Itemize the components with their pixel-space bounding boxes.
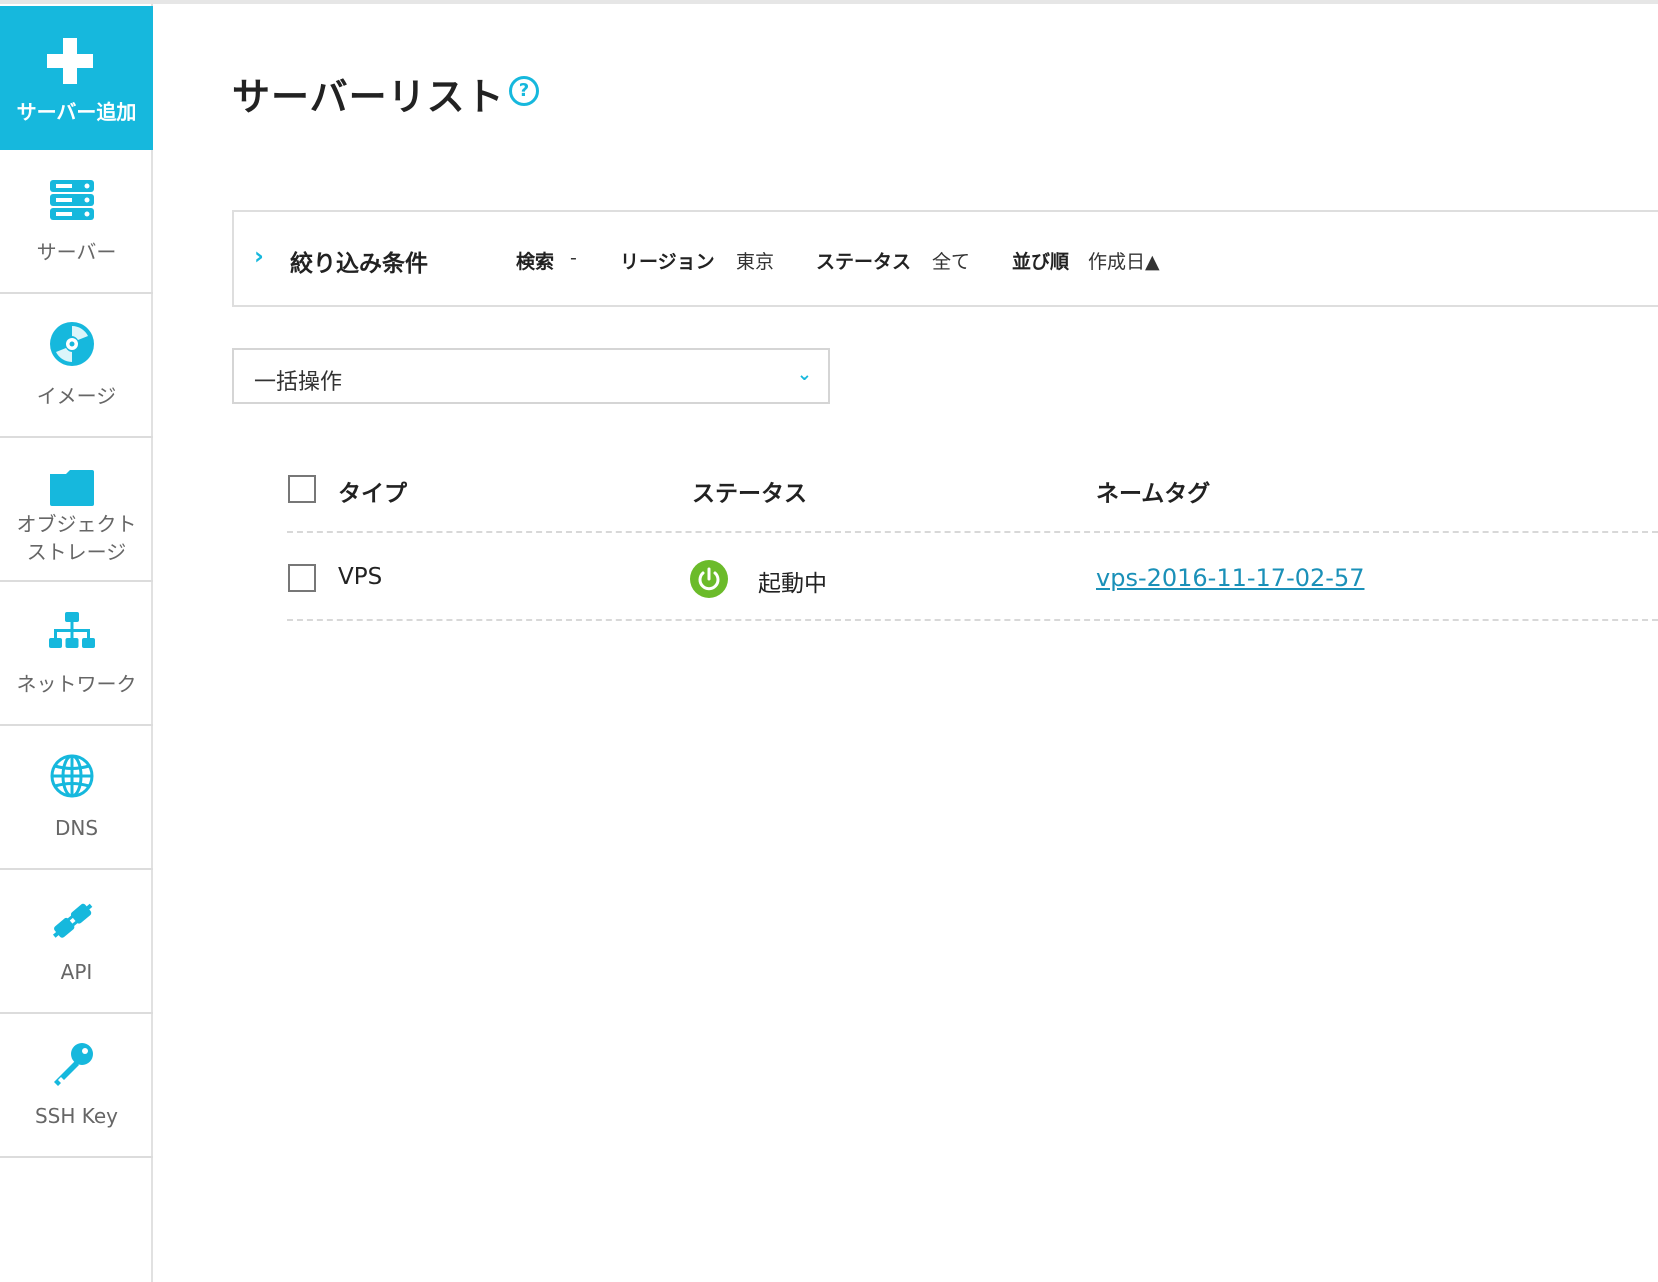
filter-status-value: 全て <box>932 251 971 273</box>
sidebar: サーバー追加 サーバー イメージ オブジェクト ストレージ ネットワーク DNS… <box>0 4 153 1282</box>
server-icon <box>48 176 96 224</box>
filter-sort-value: 作成日▲ <box>1088 251 1160 273</box>
column-header-status[interactable]: ステータス <box>692 474 807 508</box>
filter-region-label: リージョン <box>620 251 715 273</box>
add-server-label: サーバー追加 <box>16 100 137 124</box>
filter-panel[interactable]: › 絞り込み条件 検索 - リージョン 東京 ステータス 全て 並び順 作成日▲ <box>232 210 1658 307</box>
label-line-2: ストレージ <box>26 540 127 564</box>
sidebar-item-label: サーバー <box>36 240 117 264</box>
sidebar-item-label: ネットワーク <box>16 672 137 696</box>
disc-icon <box>48 320 96 368</box>
sidebar-item-ssh-key[interactable]: SSH Key <box>0 1014 153 1158</box>
sidebar-item-object-storage[interactable]: オブジェクト ストレージ <box>0 438 153 582</box>
sidebar-item-label: SSH Key <box>34 1104 119 1128</box>
filter-search-label: 検索 <box>516 251 555 273</box>
sidebar-item-dns[interactable]: DNS <box>0 726 153 870</box>
folder-icon <box>48 464 96 512</box>
column-header-type[interactable]: タイプ <box>338 474 407 508</box>
row-divider <box>287 619 1658 621</box>
select-all-checkbox[interactable] <box>288 475 316 503</box>
filter-search-value: - <box>570 247 577 269</box>
sidebar-item-api[interactable]: API <box>0 870 153 1014</box>
sidebar-item-label: DNS <box>54 816 99 840</box>
network-icon <box>48 608 96 656</box>
top-border <box>0 0 1658 4</box>
key-icon <box>48 1040 96 1088</box>
plug-icon <box>48 896 96 944</box>
row-status: 起動中 <box>758 571 827 597</box>
filter-region-value: 東京 <box>736 251 775 273</box>
page-title: サーバーリスト <box>232 75 505 119</box>
sidebar-item-label: イメージ <box>36 384 117 408</box>
label-line-1: オブジェクト <box>16 512 137 536</box>
sidebar-item-network[interactable]: ネットワーク <box>0 582 153 726</box>
power-icon <box>690 560 728 598</box>
sidebar-item-image[interactable]: イメージ <box>0 294 153 438</box>
chevron-right-icon[interactable]: › <box>254 242 264 270</box>
help-icon[interactable]: ? <box>509 76 539 106</box>
bulk-action-label: 一括操作 <box>254 370 343 395</box>
row-type: VPS <box>338 564 383 590</box>
filter-title[interactable]: 絞り込み条件 <box>290 244 428 278</box>
filter-status-label: ステータス <box>816 251 912 273</box>
column-header-name-tag[interactable]: ネームタグ <box>1096 474 1210 508</box>
sidebar-item-server[interactable]: サーバー <box>0 150 153 294</box>
globe-icon <box>48 752 96 800</box>
add-server-button[interactable]: サーバー追加 <box>0 6 153 150</box>
plus-icon <box>47 38 93 84</box>
sidebar-item-label: API <box>60 960 93 984</box>
sidebar-item-label: オブジェクト ストレージ <box>0 510 153 566</box>
header-divider <box>287 531 1658 533</box>
row-checkbox[interactable] <box>288 564 316 592</box>
bulk-action-select[interactable]: 一括操作 ⌄ <box>232 348 830 404</box>
filter-sort-label: 並び順 <box>1012 251 1070 273</box>
row-name-tag-link[interactable]: vps-2016-11-17-02-57 <box>1096 564 1364 592</box>
chevron-down-icon: ⌄ <box>796 364 812 385</box>
